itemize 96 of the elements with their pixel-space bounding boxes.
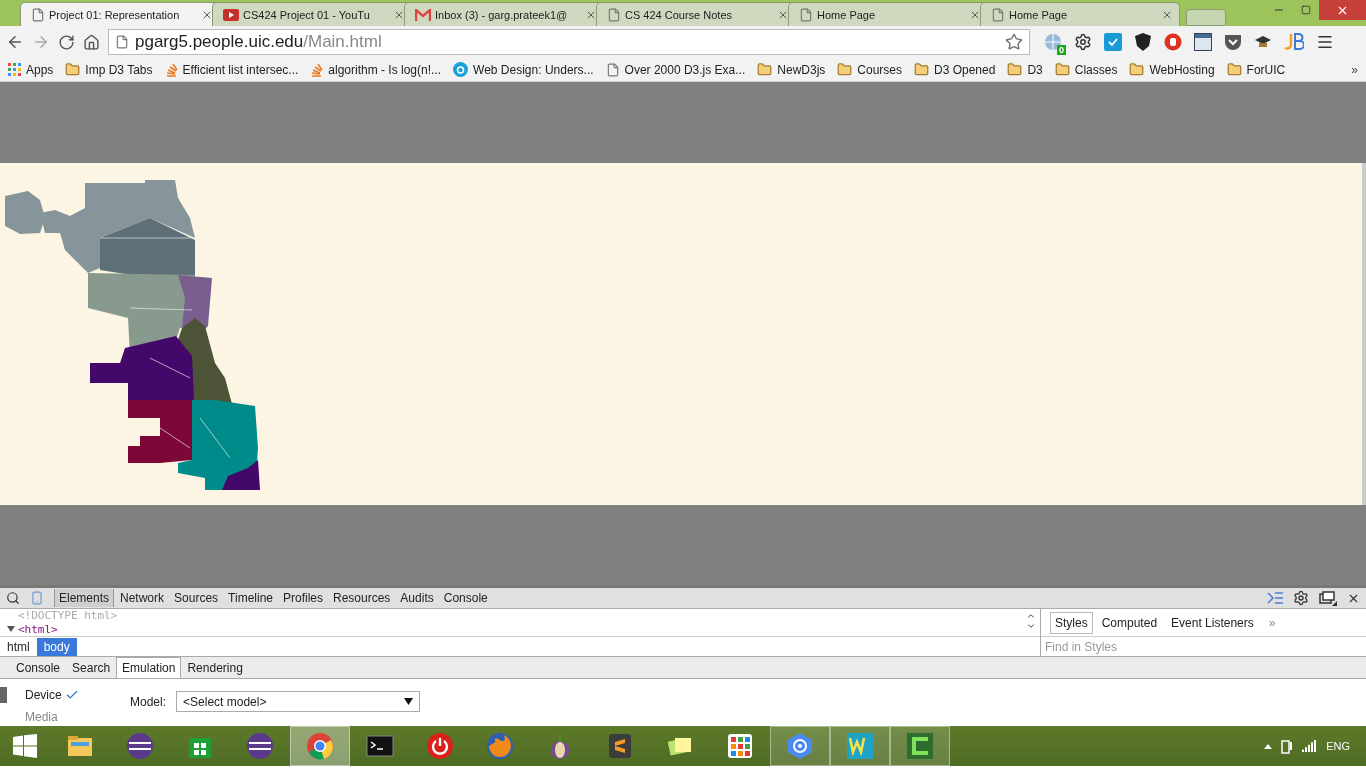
- pocket-icon[interactable]: [1224, 33, 1242, 51]
- stacked-lines-icon: [164, 62, 178, 77]
- search-icon[interactable]: [6, 591, 20, 605]
- bookmark-item[interactable]: Apps: [8, 62, 54, 77]
- bookmark-item[interactable]: algorithm - Is log(n!...: [310, 62, 442, 77]
- dropdown-caret-icon[interactable]: [404, 698, 414, 705]
- power-icon[interactable]: [426, 732, 454, 760]
- stop-hand-icon[interactable]: [1164, 33, 1182, 51]
- window-extension-icon[interactable]: [1194, 33, 1212, 51]
- restore-icon[interactable]: [1300, 5, 1311, 15]
- page-icon: [607, 7, 621, 22]
- checkbox-extension-icon[interactable]: [1104, 33, 1122, 51]
- tile-grid-icon[interactable]: [726, 732, 754, 760]
- shield-extension-icon[interactable]: [1134, 33, 1152, 51]
- page-icon: [991, 7, 1005, 22]
- page-icon: [605, 62, 620, 77]
- drawer-tab[interactable]: Rendering: [181, 657, 249, 678]
- devtools-tab[interactable]: Elements: [54, 589, 115, 607]
- console-toggle-icon[interactable]: [1267, 592, 1283, 604]
- bookmark-item[interactable]: D3: [1007, 62, 1043, 77]
- language-indicator[interactable]: ENG: [1326, 740, 1350, 752]
- devtools-tab[interactable]: Resources: [329, 589, 395, 607]
- drawer-tab[interactable]: Console: [10, 657, 67, 678]
- devtools-tab[interactable]: Sources: [170, 589, 223, 607]
- bookmark-item[interactable]: Over 2000 D3.js Exa...: [605, 62, 746, 77]
- recorder-logo-icon[interactable]: [906, 732, 934, 760]
- terminal-icon[interactable]: [366, 732, 394, 760]
- model-select[interactable]: <Select model>: [176, 691, 421, 712]
- bookmark-item[interactable]: Efficient list intersec...: [164, 62, 299, 77]
- breadcrumb[interactable]: html: [0, 637, 37, 656]
- scroll-up-icon[interactable]: [1026, 611, 1036, 621]
- devtools-tab[interactable]: Profiles: [279, 589, 327, 607]
- monogram-logo-icon[interactable]: [1284, 33, 1304, 51]
- emulation-section[interactable]: Device: [0, 687, 110, 703]
- address-bar[interactable]: pgarg5.people.uic.edu/Main.html: [108, 29, 1030, 55]
- bookmark-item[interactable]: ForUIC: [1226, 62, 1286, 77]
- tray-expand-icon[interactable]: [1264, 743, 1273, 749]
- fox-globe-icon[interactable]: [486, 732, 514, 760]
- letter-circle-icon: [453, 62, 469, 77]
- crosshair-icon[interactable]: [786, 732, 814, 760]
- folder-icon: [1007, 62, 1023, 77]
- folder-icon: [1129, 62, 1145, 77]
- code-editor-icon[interactable]: [606, 732, 634, 760]
- scroll-down-icon[interactable]: [1026, 621, 1036, 631]
- sidebar-tab[interactable]: Styles: [1050, 611, 1093, 634]
- bookmark-item[interactable]: Courses: [837, 62, 902, 77]
- chrome-circle-icon[interactable]: [306, 732, 334, 760]
- folder-icon: [1226, 62, 1242, 77]
- settings-icon[interactable]: [1074, 33, 1092, 51]
- emulation-section[interactable]: Media: [0, 709, 110, 725]
- dock-icon[interactable]: [1319, 590, 1337, 606]
- devtools-tab[interactable]: Network: [116, 589, 169, 607]
- bookmarks-overflow-button[interactable]: »: [1351, 62, 1358, 77]
- folder-icon: [757, 62, 773, 77]
- start-icon[interactable]: [13, 734, 37, 758]
- folder-icon: [1054, 62, 1070, 77]
- bookmark-item[interactable]: D3 Opened: [914, 62, 996, 77]
- sidebar-tab[interactable]: Event Listeners: [1166, 611, 1259, 634]
- signal-bars-icon[interactable]: [1302, 740, 1319, 752]
- stacked-lines-icon: [310, 62, 324, 77]
- back-button[interactable]: [6, 33, 24, 51]
- menu-icon[interactable]: [1316, 33, 1334, 51]
- apps-grid-icon: [8, 63, 21, 76]
- bookmark-item[interactable]: Web Design: Unders...: [453, 62, 594, 77]
- settings-icon[interactable]: [1293, 590, 1309, 606]
- battery-plug-icon[interactable]: [1280, 738, 1295, 754]
- bookmark-star-icon[interactable]: [1005, 33, 1023, 51]
- mail-icon: [415, 8, 431, 21]
- video-icon: [223, 8, 239, 21]
- dom-node[interactable]: <html>: [18, 622, 58, 636]
- page-icon: [115, 35, 129, 49]
- reload-button[interactable]: [58, 33, 75, 51]
- expanded-triangle-icon[interactable]: [6, 625, 16, 634]
- drawer-tab[interactable]: Search: [66, 657, 117, 678]
- devtools-tab[interactable]: Audits: [396, 589, 438, 607]
- ide-logo-icon[interactable]: [846, 732, 874, 760]
- folder-icon: [65, 62, 81, 77]
- page-icon: [31, 7, 45, 22]
- model-label: Model:: [130, 694, 167, 709]
- home-button[interactable]: [83, 33, 100, 51]
- bookmark-item[interactable]: WebHosting: [1129, 62, 1215, 77]
- page-icon: [799, 7, 813, 22]
- browser-tab[interactable]: Home Page: [980, 2, 1180, 26]
- bookmark-item[interactable]: NewD3js: [757, 62, 826, 77]
- breadcrumb[interactable]: body: [36, 637, 77, 656]
- more-tabs-button[interactable]: »: [1268, 615, 1276, 630]
- devtools-tab[interactable]: Console: [439, 589, 492, 607]
- striped-sphere-icon[interactable]: [126, 732, 154, 760]
- sidebar-tab[interactable]: Computed: [1096, 611, 1163, 634]
- bookmark-item[interactable]: Classes: [1054, 62, 1118, 77]
- folder-icon: [837, 62, 853, 77]
- folder-icon: [914, 62, 929, 77]
- bookmark-item[interactable]: Imp D3 Tabs: [65, 62, 153, 77]
- striped-sphere-icon[interactable]: [246, 732, 274, 760]
- drawer-tab[interactable]: Emulation: [116, 657, 182, 678]
- devtools-tab[interactable]: Timeline: [224, 589, 277, 607]
